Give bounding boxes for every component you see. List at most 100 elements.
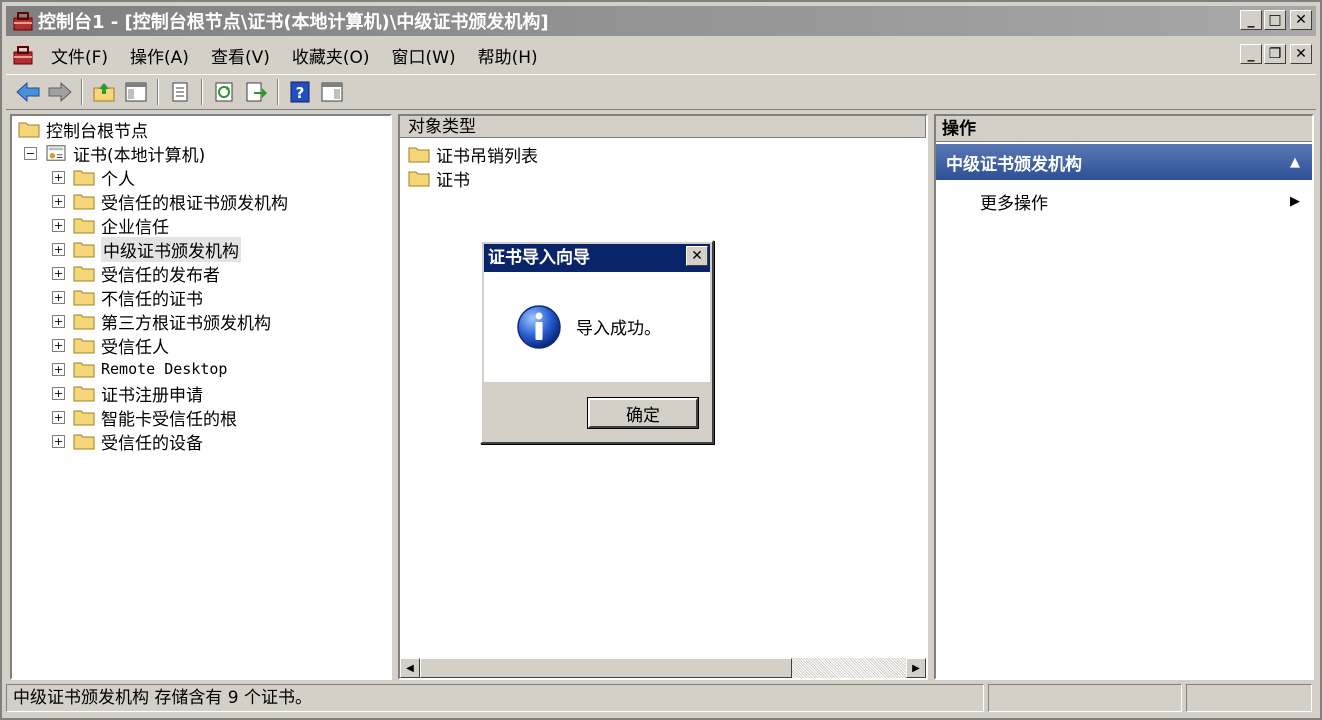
mdi-minimize-button[interactable]: _ xyxy=(1240,44,1262,64)
more-actions-item[interactable]: 更多操作 ▶ xyxy=(980,188,1300,214)
refresh-icon[interactable] xyxy=(210,78,238,106)
tree-item[interactable]: + 第三方根证书颁发机构 xyxy=(52,310,271,334)
submenu-arrow-icon: ▶ xyxy=(1290,193,1300,209)
tree-item-label: 智能卡受信任的根 xyxy=(101,409,237,430)
folder-icon xyxy=(73,434,95,450)
import-wizard-dialog: 证书导入向导 ✕ 导入成功。 确定 xyxy=(480,240,714,444)
folder-icon xyxy=(73,410,95,426)
tree-item-selected[interactable]: + 中级证书颁发机构 xyxy=(52,236,241,262)
back-icon[interactable] xyxy=(14,78,42,106)
tree-item[interactable]: + 个人 xyxy=(52,166,135,190)
menu-help[interactable]: 帮助(H) xyxy=(467,43,549,68)
tree-item-label: 中级证书颁发机构 xyxy=(101,236,241,262)
dialog-title[interactable]: 证书导入向导 xyxy=(484,244,710,272)
expand-toggle[interactable]: + xyxy=(52,266,65,280)
list-item-label: 证书吊销列表 xyxy=(436,146,538,167)
expand-toggle[interactable]: + xyxy=(52,338,65,352)
folder-icon xyxy=(73,266,95,282)
folder-icon xyxy=(73,314,95,330)
list-item[interactable]: 证书 xyxy=(408,166,470,191)
forward-icon[interactable] xyxy=(46,78,74,106)
mmc-window: 控制台1 - [控制台根节点\证书(本地计算机)\中级证书颁发机构] _ □ ✕… xyxy=(0,0,1322,720)
window-title: 控制台1 - [控制台根节点\证书(本地计算机)\中级证书颁发机构] xyxy=(38,12,549,33)
toolbar: ? xyxy=(6,74,1316,110)
toolbox-icon xyxy=(13,12,33,31)
ok-button[interactable]: 确定 xyxy=(587,397,699,429)
expand-toggle[interactable]: + xyxy=(52,194,65,208)
tree-root-label: 控制台根节点 xyxy=(46,121,148,142)
menu-view[interactable]: 查看(V) xyxy=(200,43,281,68)
tree-item[interactable]: + 受信任的根证书颁发机构 xyxy=(52,190,288,214)
folder-icon xyxy=(73,194,95,210)
tree-cert-store[interactable]: − 证书(本地计算机) xyxy=(24,142,206,166)
properties-icon[interactable] xyxy=(166,78,194,106)
expand-toggle[interactable]: + xyxy=(52,386,65,400)
horizontal-scrollbar[interactable]: ◀ ▶ xyxy=(400,658,926,678)
tree-item-label: 受信任的根证书颁发机构 xyxy=(101,193,288,214)
collapse-arrow-icon[interactable]: ▲ xyxy=(1290,155,1300,170)
expand-toggle[interactable]: + xyxy=(52,218,65,232)
tree-root[interactable]: 控制台根节点 xyxy=(18,118,148,142)
maximize-button[interactable]: □ xyxy=(1264,10,1286,30)
dialog-close-button[interactable]: ✕ xyxy=(686,246,708,266)
tree-item[interactable]: + 受信任人 xyxy=(52,334,169,358)
folder-icon xyxy=(408,147,430,163)
expand-toggle[interactable]: + xyxy=(52,170,65,184)
toolbox-icon[interactable] xyxy=(12,44,34,66)
tree-item-label: Remote Desktop xyxy=(101,360,228,378)
close-button[interactable]: ✕ xyxy=(1290,10,1312,30)
tree-item[interactable]: + 智能卡受信任的根 xyxy=(52,406,237,430)
menu-file[interactable]: 文件(F) xyxy=(40,43,119,68)
folder-icon xyxy=(73,338,95,354)
scroll-track[interactable] xyxy=(792,658,906,678)
status-panel xyxy=(1186,684,1312,712)
help-icon[interactable]: ? xyxy=(286,78,314,106)
export-icon[interactable] xyxy=(242,78,270,106)
expand-toggle[interactable]: + xyxy=(52,362,65,376)
scroll-left-button[interactable]: ◀ xyxy=(400,658,420,678)
scroll-thumb[interactable] xyxy=(420,658,792,678)
svg-text:?: ? xyxy=(296,84,305,102)
tree-item[interactable]: + 证书注册申请 xyxy=(52,382,203,406)
list-item-label: 证书 xyxy=(436,170,470,191)
more-actions-label: 更多操作 xyxy=(980,193,1048,214)
tree-item-label: 受信任人 xyxy=(101,337,169,358)
status-panel xyxy=(988,684,1182,712)
up-icon[interactable] xyxy=(90,78,118,106)
tree-item-label: 企业信任 xyxy=(101,217,169,238)
collapse-toggle[interactable]: − xyxy=(24,146,37,160)
tree-item[interactable]: + 受信任的设备 xyxy=(52,430,203,454)
show-hide-tree-icon[interactable] xyxy=(122,78,150,106)
minimize-button[interactable]: _ xyxy=(1240,10,1262,30)
tree-item[interactable]: + Remote Desktop xyxy=(52,358,227,380)
tree-item-label: 第三方根证书颁发机构 xyxy=(101,313,271,334)
mdi-restore-button[interactable]: ❐ xyxy=(1264,44,1286,64)
mdi-close-button[interactable]: ✕ xyxy=(1290,44,1312,64)
actions-section-header[interactable]: 中级证书颁发机构 ▲ xyxy=(936,144,1312,180)
expand-toggle[interactable]: + xyxy=(52,290,65,304)
dialog-message: 导入成功。 xyxy=(576,319,661,339)
tree-item[interactable]: + 企业信任 xyxy=(52,214,169,238)
console-tree-pane[interactable]: 控制台根节点 − 证书(本地计算机) + 个人 + 受信任的根证书颁发机构 + … xyxy=(10,114,392,680)
menu-action[interactable]: 操作(A) xyxy=(119,43,200,68)
expand-toggle[interactable]: + xyxy=(52,434,65,448)
status-text: 中级证书颁发机构 存储含有 9 个证书。 xyxy=(6,684,984,712)
toolbar-separator xyxy=(157,79,159,105)
folder-icon xyxy=(73,386,95,402)
list-item[interactable]: 证书吊销列表 xyxy=(408,142,538,167)
tree-item-label: 个人 xyxy=(101,169,135,190)
menu-window[interactable]: 窗口(W) xyxy=(381,43,467,68)
column-header-object-type[interactable]: 对象类型 xyxy=(400,116,926,138)
tree-cert-store-label: 证书(本地计算机) xyxy=(73,145,206,166)
menu-favorites[interactable]: 收藏夹(O) xyxy=(281,43,381,68)
tree-item[interactable]: + 不信任的证书 xyxy=(52,286,203,310)
tree-item[interactable]: + 受信任的发布者 xyxy=(52,262,220,286)
scroll-right-button[interactable]: ▶ xyxy=(906,658,926,678)
actions-pane: 操作 中级证书颁发机构 ▲ 更多操作 ▶ xyxy=(934,114,1314,680)
title-bar[interactable]: 控制台1 - [控制台根节点\证书(本地计算机)\中级证书颁发机构] _ □ ✕ xyxy=(6,6,1316,36)
expand-toggle[interactable]: + xyxy=(52,410,65,424)
expand-toggle[interactable]: + xyxy=(52,314,65,328)
status-bar: 中级证书颁发机构 存储含有 9 个证书。 xyxy=(6,684,1316,712)
expand-toggle[interactable]: + xyxy=(52,242,65,256)
show-hide-action-icon[interactable] xyxy=(318,78,346,106)
